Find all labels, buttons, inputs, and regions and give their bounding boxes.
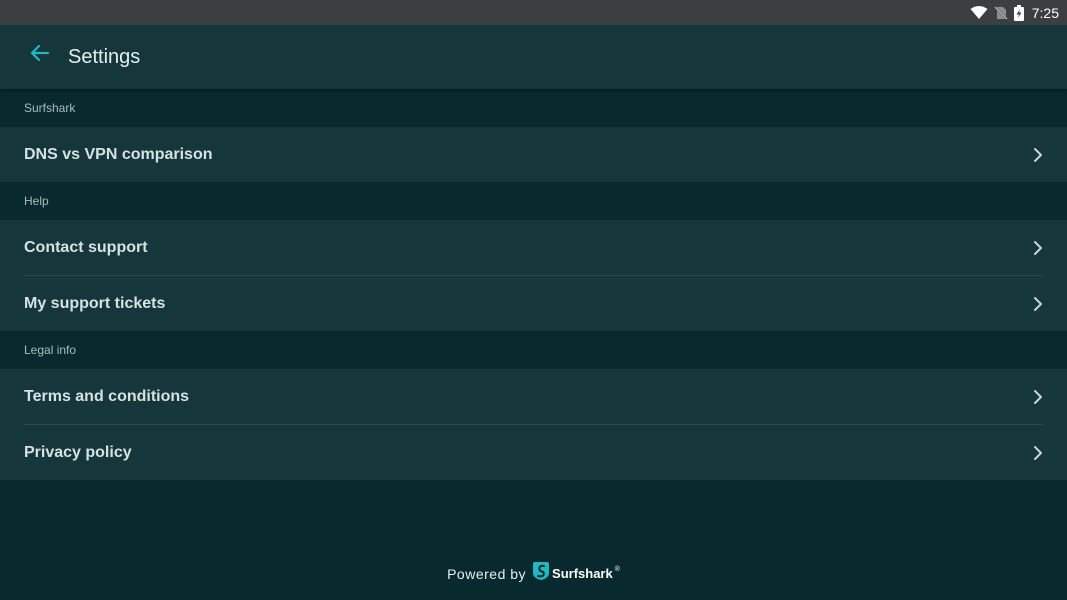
contact-support-item[interactable]: Contact support (0, 220, 1067, 275)
group-help: Contact support My support tickets (0, 220, 1067, 331)
section-header-help: Help (0, 182, 1067, 220)
group-legal-info: Terms and conditions Privacy policy (0, 369, 1067, 480)
group-surfshark: DNS vs VPN comparison (0, 127, 1067, 182)
app-bar: Settings (0, 25, 1067, 89)
chevron-right-icon (1033, 296, 1043, 312)
chevron-right-icon (1033, 240, 1043, 256)
dns-vs-vpn-comparison-item[interactable]: DNS vs VPN comparison (0, 127, 1067, 182)
arrow-left-icon (30, 44, 50, 67)
brand-name: Surfshark (552, 566, 613, 581)
status-bar: 7:25 (0, 0, 1067, 25)
section-header-surfshark: Surfshark (0, 89, 1067, 127)
privacy-policy-item[interactable]: Privacy policy (0, 425, 1067, 480)
chevron-right-icon (1033, 389, 1043, 405)
page-title: Settings (68, 46, 141, 68)
item-label: Privacy policy (24, 443, 132, 461)
my-support-tickets-item[interactable]: My support tickets (0, 276, 1067, 331)
item-label: DNS vs VPN comparison (24, 145, 213, 163)
back-button[interactable] (22, 39, 58, 71)
no-sim-icon (994, 5, 1008, 20)
surfshark-logo-icon (532, 561, 550, 586)
item-label: Terms and conditions (24, 387, 190, 405)
powered-by-label: Powered by (447, 565, 527, 582)
chevron-right-icon (1033, 147, 1043, 163)
surfshark-logo: Surfshark ® (532, 561, 620, 586)
status-time: 7:25 (1031, 4, 1059, 21)
chevron-right-icon (1033, 445, 1043, 461)
wifi-icon (970, 5, 988, 20)
item-label: Contact support (24, 238, 148, 256)
registered-mark: ® (614, 566, 620, 573)
item-label: My support tickets (24, 294, 166, 312)
terms-and-conditions-item[interactable]: Terms and conditions (0, 369, 1067, 424)
battery-charging-icon (1013, 4, 1024, 21)
section-header-legal-info: Legal info (0, 331, 1067, 369)
settings-list: Surfshark DNS vs VPN comparison Help Con… (0, 89, 1067, 480)
powered-by-footer: Powered by Surfshark ® (0, 561, 1067, 586)
